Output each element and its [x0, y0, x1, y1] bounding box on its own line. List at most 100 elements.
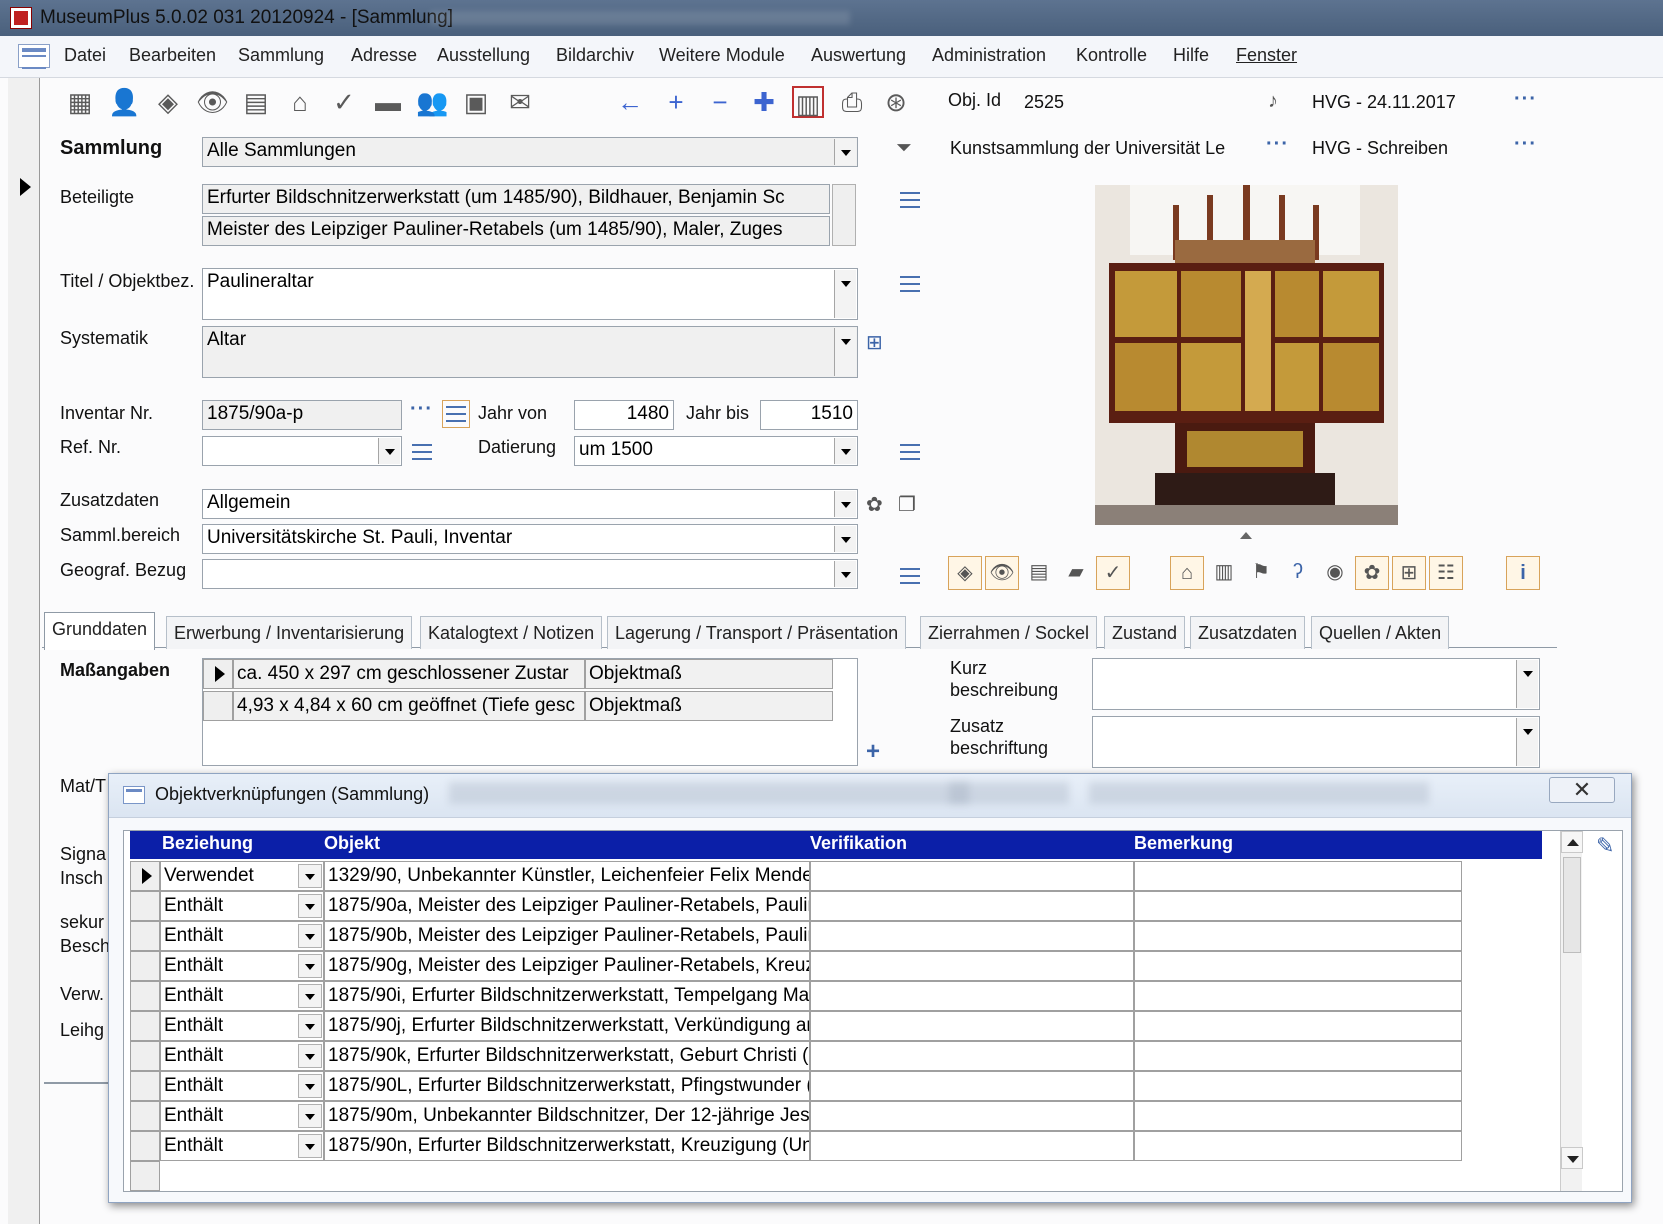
sammlung-dropdown-button[interactable] [834, 139, 856, 165]
cell-objekt[interactable]: 1875/90g, Meister des Leipziger Pauliner… [324, 951, 810, 981]
row-selector[interactable] [130, 1131, 160, 1161]
sammlbereich-dropdown-button[interactable] [834, 526, 856, 552]
cell-verifikation[interactable] [810, 1011, 1134, 1041]
person-icon[interactable]: 👤 [108, 86, 140, 118]
cell-verifikation[interactable] [810, 1041, 1134, 1071]
cell-verifikation[interactable] [810, 861, 1134, 891]
cell-bemerkung[interactable] [1134, 1101, 1462, 1131]
cell-bemerkung[interactable] [1134, 981, 1462, 1011]
zusatzdaten-dropdown-button[interactable] [834, 491, 856, 517]
table-row[interactable]: Enthält 1875/90m, Unbekannter Bildschnit… [130, 1101, 1542, 1131]
strip-checklist-icon[interactable]: ✓ [1096, 556, 1130, 590]
cell-objekt[interactable]: 1875/90L, Erfurter Bildschnitzerwerkstat… [324, 1071, 810, 1101]
menu-ausstellung[interactable]: Ausstellung [437, 45, 530, 66]
object-icon[interactable]: ▦ [64, 86, 96, 118]
zusatzbeschriftung-input[interactable] [1092, 716, 1540, 768]
row-selector[interactable] [130, 1101, 160, 1131]
datierung-input[interactable]: um 1500 [574, 436, 858, 466]
massangaben-grid[interactable]: ca. 450 x 297 cm geschlossener Zustar Ob… [202, 658, 858, 766]
kurzbeschreibung-dropdown-button[interactable] [1516, 660, 1538, 708]
strip-disc-icon[interactable]: ◉ [1318, 556, 1352, 590]
massangaben-wert[interactable]: ca. 450 x 297 cm geschlossener Zustar [233, 659, 585, 689]
home-icon[interactable]: ⌂ [284, 86, 316, 118]
cell-bemerkung[interactable] [1134, 891, 1462, 921]
massangaben-art[interactable]: Objektmaß [585, 691, 833, 721]
cell-bemerkung[interactable] [1134, 1041, 1462, 1071]
strip-flag-icon[interactable]: ⚑ [1244, 556, 1278, 590]
copy-icon[interactable]: ❐ [898, 492, 916, 517]
titel-dropdown-button[interactable] [834, 270, 856, 318]
strip-books-icon[interactable]: ▰ [1059, 556, 1093, 590]
row-selector[interactable] [130, 951, 160, 981]
cell-objekt[interactable]: 1329/90, Unbekannter Künstler, Leichenfe… [324, 861, 810, 891]
massangaben-art[interactable]: Objektmaß [585, 659, 833, 689]
row-selector[interactable] [130, 1161, 160, 1191]
titel-input[interactable]: Paulineraltar [202, 268, 858, 320]
cell-objekt[interactable]: 1875/90a, Meister des Leipziger Pauliner… [324, 891, 810, 921]
tab-erwerbung[interactable]: Erwerbung / Inventarisierung [166, 616, 413, 649]
box-icon[interactable]: ▬ [372, 86, 404, 118]
beziehung-dropdown-button[interactable] [298, 1134, 322, 1158]
ref-input[interactable] [202, 436, 402, 466]
menu-bildarchiv[interactable]: Bildarchiv [556, 45, 634, 66]
geograf-dropdown-button[interactable] [834, 561, 856, 587]
table-row[interactable]: Verwendet 1329/90, Unbekannter Künstler,… [130, 861, 1542, 891]
row-selector[interactable] [130, 921, 160, 951]
inventar-input[interactable]: 1875/90a-p [202, 400, 402, 430]
cell-objekt[interactable]: 1875/90m, Unbekannter Bildschnitzer, Der… [324, 1101, 810, 1131]
print-icon[interactable]: ⎙ [836, 86, 868, 118]
menu-fenster[interactable]: Fenster [1236, 45, 1297, 66]
row-selector[interactable] [130, 1041, 160, 1071]
scroll-up-icon[interactable] [1561, 831, 1583, 853]
inventar-list-button[interactable] [442, 400, 470, 428]
menu-datei[interactable]: Datei [64, 45, 106, 66]
row-selector[interactable] [130, 891, 160, 921]
cell-verifikation[interactable] [810, 981, 1134, 1011]
menu-hilfe[interactable]: Hilfe [1173, 45, 1209, 66]
table-row[interactable]: Enthält 1875/90i, Erfurter Bildschnitzer… [130, 981, 1542, 1011]
cell-objekt[interactable]: 1875/90n, Erfurter Bildschnitzerwerkstat… [324, 1131, 810, 1161]
tab-zierrahmen[interactable]: Zierrahmen / Sockel [920, 616, 1098, 649]
table-row[interactable]: Enthält 1875/90n, Erfurter Bildschnitzer… [130, 1131, 1542, 1161]
tab-katalogtext[interactable]: Katalogtext / Notizen [420, 616, 603, 649]
mail-icon[interactable]: ✉ [504, 86, 536, 118]
add-icon[interactable]: + [660, 86, 692, 118]
systematik-dropdown-button[interactable] [834, 328, 856, 376]
strip-document-icon[interactable]: ▤ [1022, 556, 1056, 590]
cell-verifikation[interactable] [810, 951, 1134, 981]
close-icon[interactable]: ✕ [1549, 777, 1615, 803]
menu-adresse[interactable]: Adresse [351, 45, 417, 66]
owner-more-button[interactable]: ··· [1266, 133, 1289, 156]
hvg-date-more-button[interactable]: ··· [1514, 88, 1537, 111]
cell-verifikation[interactable] [810, 1071, 1134, 1101]
app-icon[interactable] [10, 7, 32, 29]
kurzbeschreibung-input[interactable] [1092, 658, 1540, 710]
add-massangabe-icon[interactable]: + [866, 738, 880, 766]
beteiligte-scrollbar[interactable] [832, 184, 856, 246]
cell-bemerkung[interactable] [1134, 951, 1462, 981]
table-row[interactable]: Enthält 1875/90g, Meister des Leipziger … [130, 951, 1542, 981]
cell-verifikation[interactable] [810, 921, 1134, 951]
filter-icon[interactable]: ⏷ [896, 137, 912, 160]
cell-verifikation[interactable] [810, 1131, 1134, 1161]
binoculars-icon[interactable]: ⊛ [880, 86, 912, 118]
cell-verifikation[interactable] [810, 1101, 1134, 1131]
strip-eye-icon[interactable]: 👁 [985, 556, 1019, 590]
massangaben-wert[interactable]: 4,93 x 4,84 x 60 cm geöffnet (Tiefe gesc [233, 691, 585, 721]
hierarchy-icon[interactable]: ⊞ [866, 330, 883, 355]
cell-objekt[interactable]: 1875/90j, Erfurter Bildschnitzerwerkstat… [324, 1011, 810, 1041]
cell-bemerkung[interactable] [1134, 1131, 1462, 1161]
beziehung-dropdown-button[interactable] [298, 1014, 322, 1038]
remove-icon[interactable]: − [704, 86, 736, 118]
row-selector[interactable] [130, 1011, 160, 1041]
column-header-verifikation[interactable]: Verifikation [810, 833, 907, 854]
checklist-icon[interactable]: ✓ [328, 86, 360, 118]
beteiligte-list-icon[interactable] [900, 192, 920, 208]
table-row-partial[interactable] [130, 1161, 1542, 1191]
edit-pen-icon[interactable]: ✎ [1596, 833, 1614, 859]
beziehung-dropdown-button[interactable] [298, 894, 322, 918]
document-icon[interactable]: ▤ [240, 86, 272, 118]
strip-hierarchy-icon[interactable]: ⊞ [1392, 556, 1426, 590]
object-image[interactable] [1095, 185, 1398, 525]
beziehung-dropdown-button[interactable] [298, 954, 322, 978]
